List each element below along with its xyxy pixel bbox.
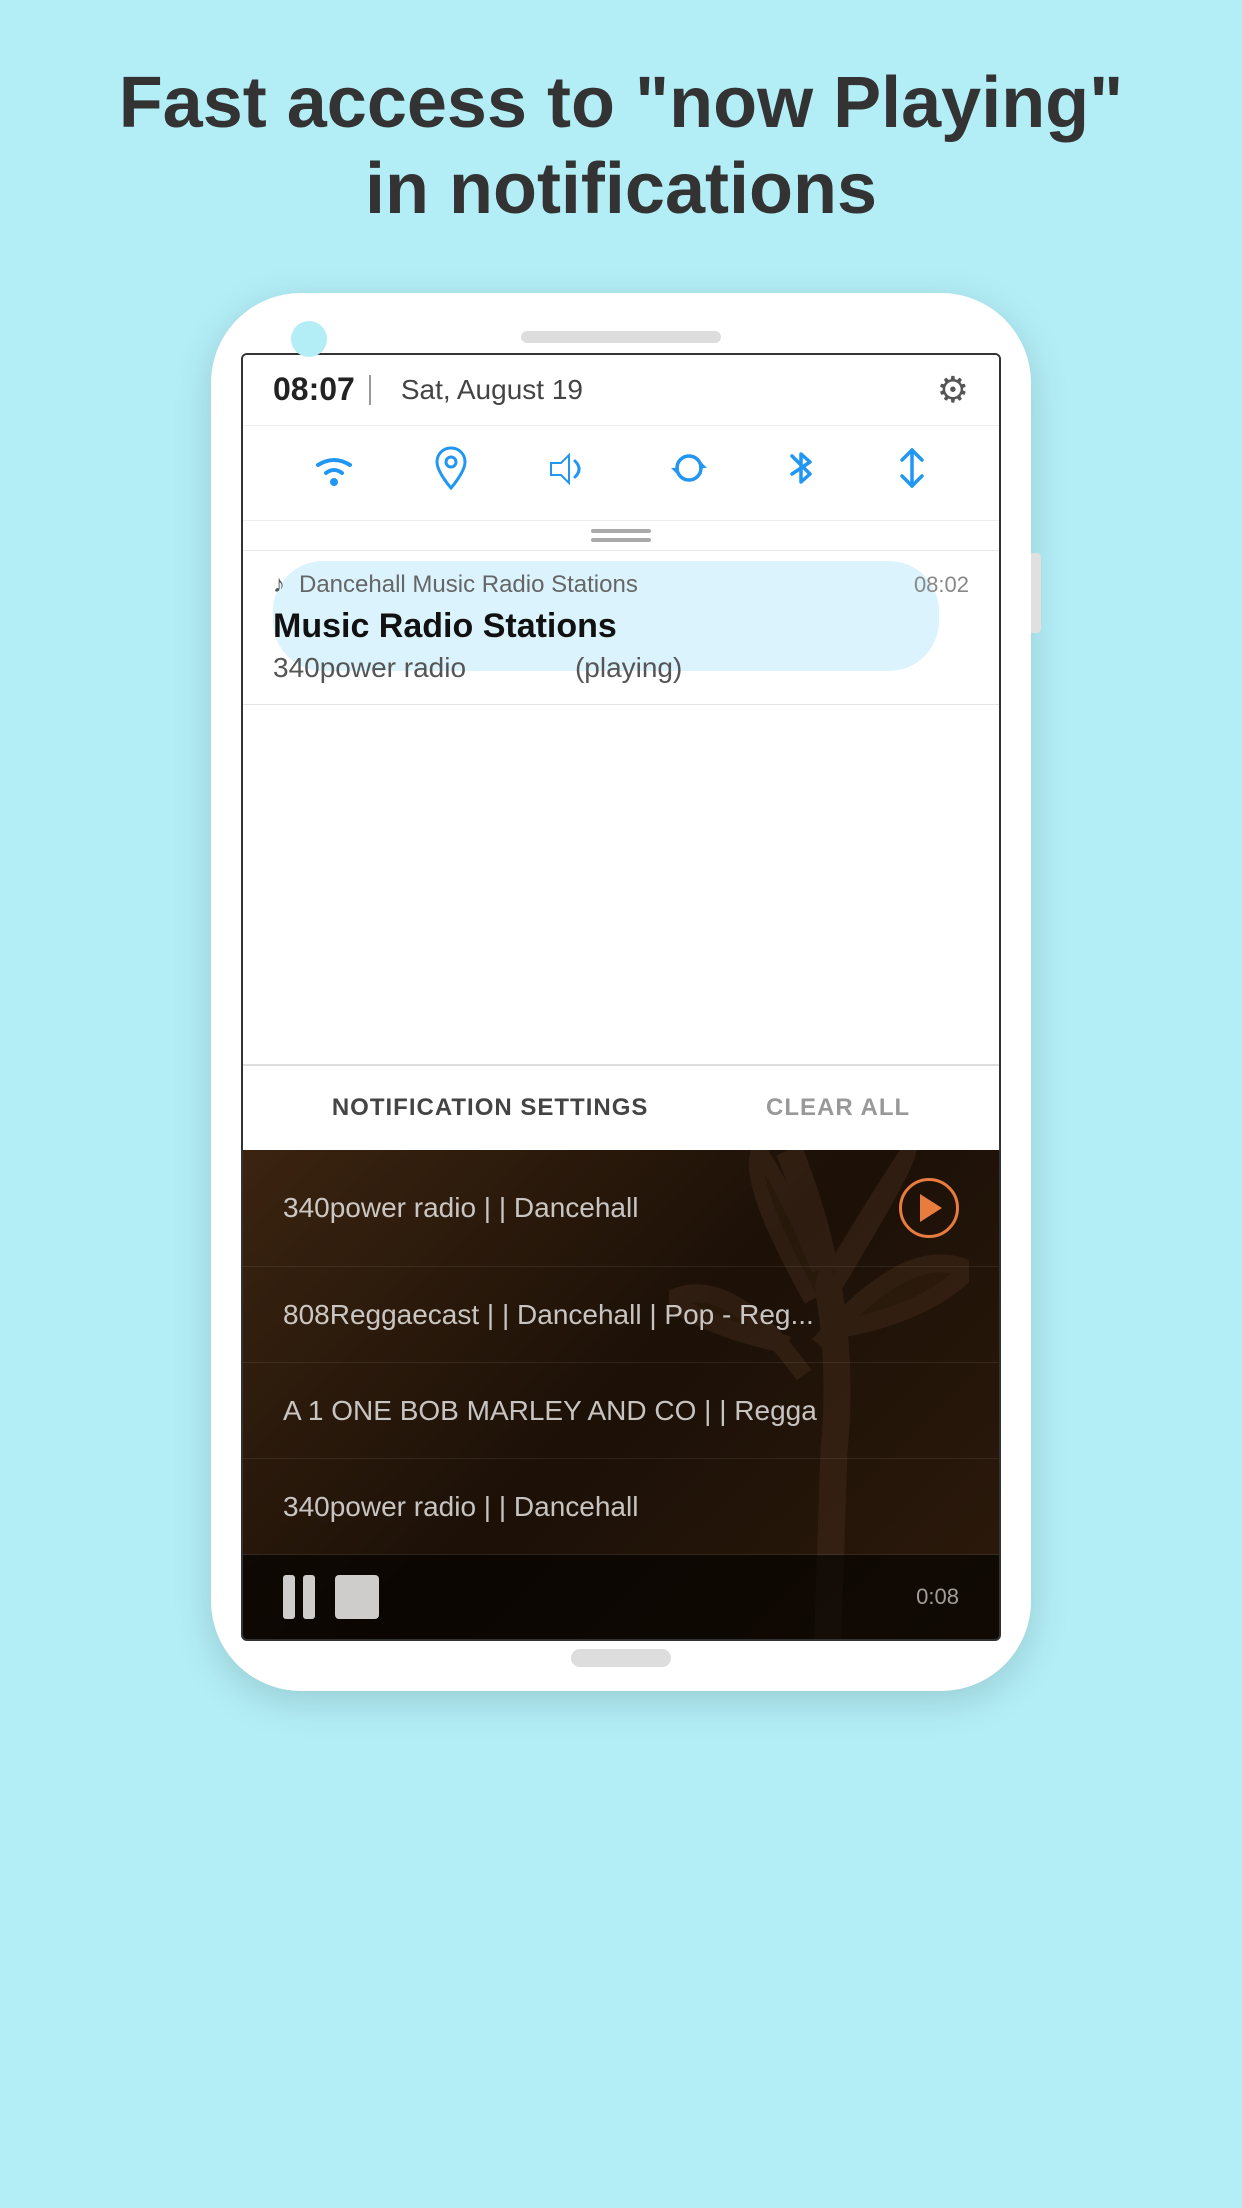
stop-button[interactable] bbox=[335, 1575, 379, 1619]
drag-handle bbox=[243, 521, 999, 551]
play-icon bbox=[920, 1194, 942, 1222]
bottom-player: 0:08 bbox=[243, 1555, 999, 1639]
gear-icon[interactable]: ⚙ bbox=[937, 369, 969, 411]
status-time: 08:07 bbox=[273, 371, 355, 408]
status-bar: 08:07 Sat, August 19 ⚙ bbox=[243, 355, 999, 426]
clear-all-button[interactable]: CLEAR ALL bbox=[766, 1094, 910, 1122]
pause-button[interactable] bbox=[283, 1575, 315, 1619]
drag-line bbox=[591, 529, 651, 533]
radio-item[interactable]: A 1 ONE BOB MARLEY AND CO | | Regga bbox=[243, 1363, 999, 1459]
phone-speaker bbox=[521, 331, 721, 343]
phone-home-button[interactable] bbox=[571, 1649, 671, 1667]
notification-time: 08:02 bbox=[914, 572, 969, 598]
notification-subtitle: 340power radio (playing) bbox=[273, 652, 969, 684]
phone-side-button bbox=[1031, 553, 1041, 633]
notification-settings-button[interactable]: NOTIFICATION SETTINGS bbox=[332, 1094, 649, 1122]
notification-title: Music Radio Stations bbox=[273, 607, 969, 646]
phone-screen: 08:07 Sat, August 19 ⚙ bbox=[241, 353, 1001, 1642]
data-transfer-icon[interactable] bbox=[894, 446, 930, 500]
status-left: 08:07 Sat, August 19 bbox=[273, 371, 583, 408]
radio-item[interactable]: 340power radio | | Dancehall bbox=[243, 1150, 999, 1267]
status-date: Sat, August 19 bbox=[401, 374, 583, 406]
notification-buttons: NOTIFICATION SETTINGS CLEAR ALL bbox=[243, 1065, 999, 1150]
player-time: 0:08 bbox=[916, 1584, 959, 1610]
notification-station: 340power radio bbox=[273, 652, 466, 683]
notification-app-name: Dancehall Music Radio Stations bbox=[299, 571, 638, 599]
volume-icon[interactable] bbox=[547, 449, 591, 497]
phone-wrapper: 08:07 Sat, August 19 ⚙ bbox=[0, 293, 1242, 1692]
location-icon[interactable] bbox=[433, 446, 469, 500]
music-icon: ♪ bbox=[273, 571, 285, 599]
phone-camera bbox=[291, 321, 327, 357]
radio-station-name: 340power radio | | Dancehall bbox=[283, 1188, 638, 1227]
radio-item[interactable]: 340power radio | | Dancehall bbox=[243, 1459, 999, 1555]
play-button[interactable] bbox=[899, 1178, 959, 1238]
radio-item[interactable]: 808Reggaecast | | Dancehall | Pop - Reg.… bbox=[243, 1267, 999, 1363]
pause-bar-left bbox=[283, 1575, 295, 1619]
sync-icon[interactable] bbox=[669, 448, 709, 498]
radio-station-name: 340power radio | | Dancehall bbox=[283, 1487, 638, 1526]
wifi-icon[interactable] bbox=[312, 449, 356, 497]
status-divider bbox=[369, 375, 371, 405]
radio-station-name: 808Reggaecast | | Dancehall | Pop - Reg.… bbox=[283, 1295, 814, 1334]
notification-card[interactable]: ♪ Dancehall Music Radio Stations 08:02 M… bbox=[243, 551, 999, 705]
drag-line bbox=[591, 538, 651, 542]
quick-settings bbox=[243, 426, 999, 521]
bluetooth-icon[interactable] bbox=[786, 446, 816, 500]
pause-bar-right bbox=[303, 1575, 315, 1619]
notification-area: ♪ Dancehall Music Radio Stations 08:02 M… bbox=[243, 551, 999, 1150]
radio-list: 340power radio | | Dancehall 808Reggaeca… bbox=[243, 1150, 999, 1556]
page-headline: Fast access to "now Playing" in notifica… bbox=[0, 0, 1242, 273]
app-content: 340power radio | | Dancehall 808Reggaeca… bbox=[243, 1150, 999, 1640]
notification-empty-space bbox=[243, 705, 999, 1065]
phone-frame: 08:07 Sat, August 19 ⚙ bbox=[211, 293, 1031, 1692]
radio-station-name: A 1 ONE BOB MARLEY AND CO | | Regga bbox=[283, 1391, 817, 1430]
notification-header: ♪ Dancehall Music Radio Stations 08:02 bbox=[273, 571, 969, 599]
notification-status: (playing) bbox=[575, 652, 682, 683]
player-controls bbox=[283, 1575, 379, 1619]
